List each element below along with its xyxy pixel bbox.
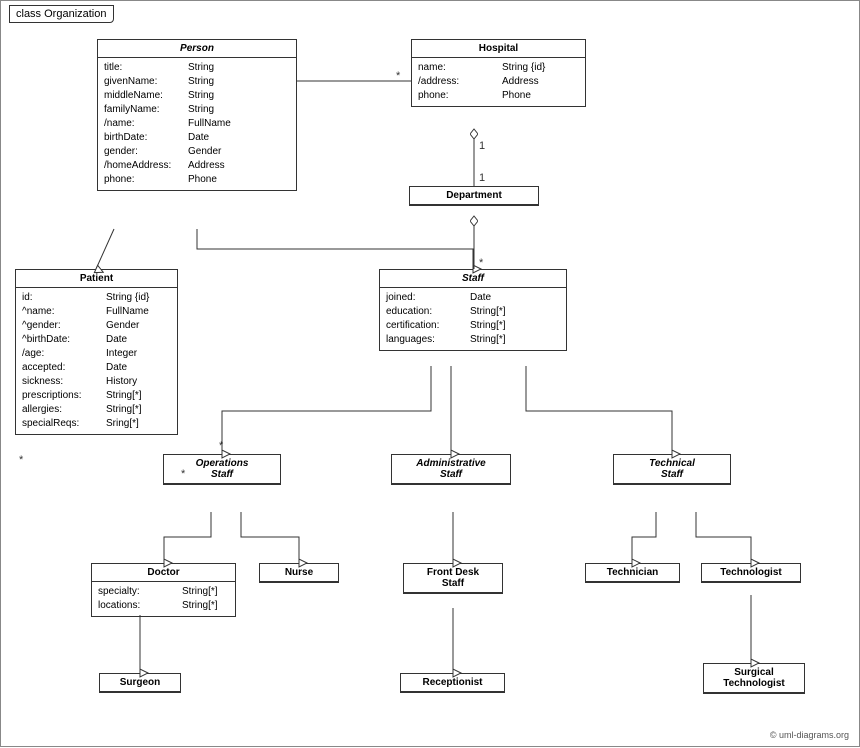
class-surgeon-header: Surgeon [100,674,180,692]
class-hospital-body: name:String {id} /address:Address phone:… [412,58,585,106]
class-person-header: Person [98,40,296,58]
class-doctor-header: Doctor [92,564,235,582]
class-technician-header: Technician [586,564,679,582]
class-patient-header: Patient [16,270,177,288]
class-operations-staff: OperationsStaff [163,454,281,485]
class-receptionist: Receptionist [400,673,505,693]
svg-text:*: * [396,70,401,82]
diagram-title: class Organization [9,5,114,23]
class-nurse-header: Nurse [260,564,338,582]
class-front-desk: Front DeskStaff [403,563,503,594]
class-person-body: title:String givenName:String middleName… [98,58,296,190]
diagram-container: class Organization Person title:String g… [0,0,860,747]
class-person: Person title:String givenName:String mid… [97,39,297,191]
class-receptionist-header: Receptionist [401,674,504,692]
class-department: Department [409,186,539,206]
class-hospital-header: Hospital [412,40,585,58]
class-technologist-header: Technologist [702,564,800,582]
class-operations-staff-header: OperationsStaff [164,455,280,484]
svg-text:1: 1 [479,172,485,184]
class-surgeon: Surgeon [99,673,181,693]
class-technician: Technician [585,563,680,583]
class-patient-body: id:String {id} ^name:FullName ^gender:Ge… [16,288,177,434]
svg-text:*: * [219,440,224,452]
class-surgical-technologist: SurgicalTechnologist [703,663,805,694]
class-staff-body: joined:Date education:String[*] certific… [380,288,566,350]
class-staff-header: Staff [380,270,566,288]
class-front-desk-header: Front DeskStaff [404,564,502,593]
svg-text:1: 1 [479,140,485,152]
copyright: © uml-diagrams.org [770,730,849,740]
svg-text:*: * [19,454,24,466]
class-department-header: Department [410,187,538,205]
class-technical-staff-header: TechnicalStaff [614,455,730,484]
class-doctor: Doctor specialty:String[*] locations:Str… [91,563,236,617]
class-technologist: Technologist [701,563,801,583]
class-staff: Staff joined:Date education:String[*] ce… [379,269,567,351]
class-doctor-body: specialty:String[*] locations:String[*] [92,582,235,616]
class-patient: Patient id:String {id} ^name:FullName ^g… [15,269,178,435]
class-nurse: Nurse [259,563,339,583]
class-technical-staff: TechnicalStaff [613,454,731,485]
class-surgical-technologist-header: SurgicalTechnologist [704,664,804,693]
class-admin-staff: AdministrativeStaff [391,454,511,485]
svg-text:*: * [479,257,484,269]
class-hospital: Hospital name:String {id} /address:Addre… [411,39,586,107]
class-admin-staff-header: AdministrativeStaff [392,455,510,484]
